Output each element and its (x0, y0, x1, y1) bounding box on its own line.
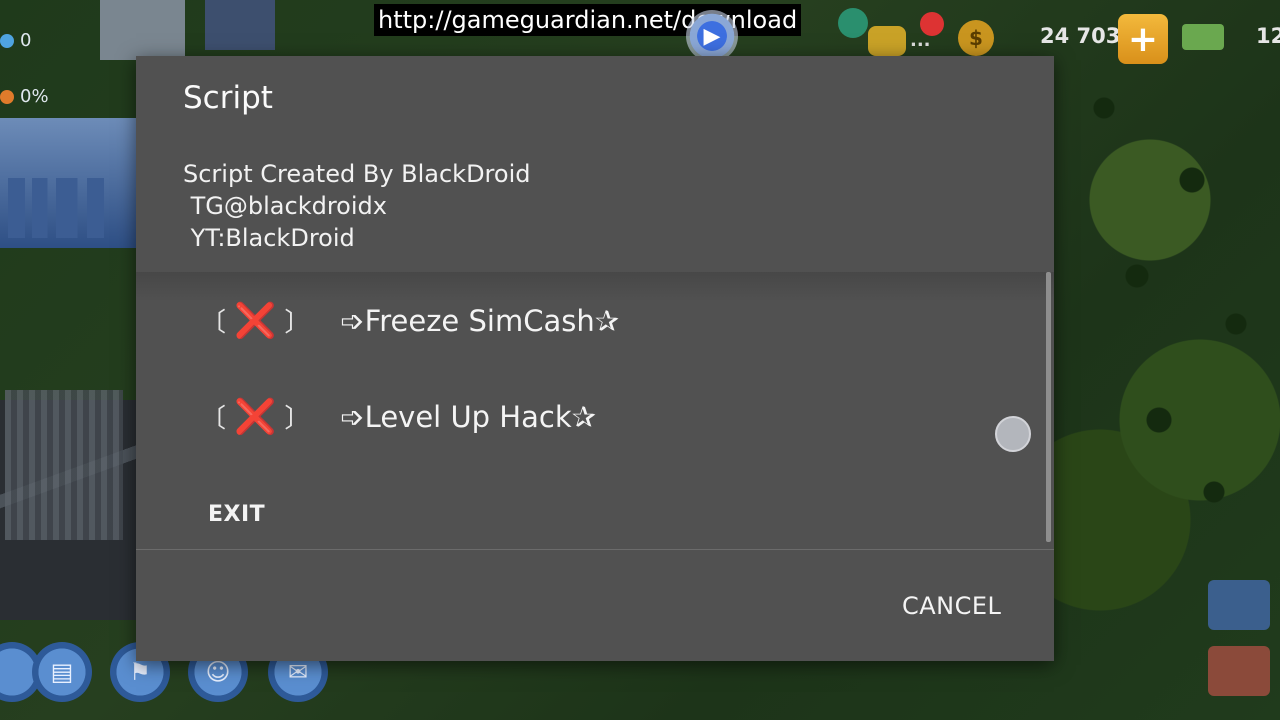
list-item-level-up-hack[interactable]: 〔 ❌ 〕 ➩Level Up Hack✰ (200, 398, 596, 435)
cash-bills-icon[interactable] (1182, 24, 1224, 50)
more-indicator: ... (910, 30, 931, 51)
gameguardian-icon[interactable]: ▶ (686, 10, 738, 62)
message-line: TG@blackdroidx (183, 192, 387, 220)
dialog-title: Script (183, 80, 273, 116)
build-button[interactable]: ▤ (32, 642, 92, 702)
happiness-value: 0% (20, 86, 49, 107)
divider (136, 549, 1054, 550)
bracket-open: 〔 (200, 404, 227, 434)
happiness-counter[interactable]: 0% (0, 86, 49, 107)
plus-button[interactable]: + (1118, 14, 1168, 64)
scrollbar[interactable] (1046, 272, 1051, 542)
population-value: 0 (20, 30, 32, 51)
parking-lot (5, 390, 123, 540)
city-hall-button[interactable] (1208, 646, 1270, 696)
bracket-close: 〕 (284, 404, 311, 434)
smiley-icon (0, 90, 14, 104)
achievement-icon[interactable] (838, 8, 868, 38)
forest-area (1060, 60, 1280, 540)
list-item-freeze-simcash[interactable]: 〔 ❌ 〕 ➩Freeze SimCash✰ (200, 302, 619, 339)
dialog-message: Script Created By BlackDroid TG@blackdro… (183, 158, 530, 254)
person-icon (0, 34, 14, 48)
simoleons-value: 24 703 (1040, 24, 1121, 48)
cross-mark-icon: ❌ (234, 300, 277, 341)
coin-icon[interactable]: $ (958, 20, 994, 56)
city-billboard (0, 118, 140, 248)
bracket-close: 〕 (284, 308, 311, 338)
message-line: Script Created By BlackDroid (183, 160, 531, 188)
cancel-button[interactable]: CANCEL (902, 592, 1001, 620)
floating-bubble-icon[interactable] (995, 416, 1031, 452)
bracket-open: 〔 (200, 308, 227, 338)
building (205, 0, 275, 50)
list-item-label: ➩Freeze SimCash✰ (340, 303, 620, 338)
simcash-value: 12 (1256, 24, 1280, 48)
exit-button[interactable]: EXIT (208, 502, 265, 527)
script-options-list: 〔 ❌ 〕 ➩Freeze SimCash✰ 〔 ❌ 〕 ➩Level Up H… (136, 272, 1054, 548)
script-dialog: Script Script Created By BlackDroid TG@b… (136, 56, 1054, 661)
building (100, 0, 185, 60)
key-icon[interactable] (868, 26, 906, 56)
roads-button[interactable] (1208, 580, 1270, 630)
list-item-label: ➩Level Up Hack✰ (340, 399, 596, 434)
population-counter[interactable]: 0 (0, 30, 31, 51)
list-shadow (136, 272, 1054, 302)
cross-mark-icon: ❌ (234, 396, 277, 437)
message-line: YT:BlackDroid (183, 224, 355, 252)
